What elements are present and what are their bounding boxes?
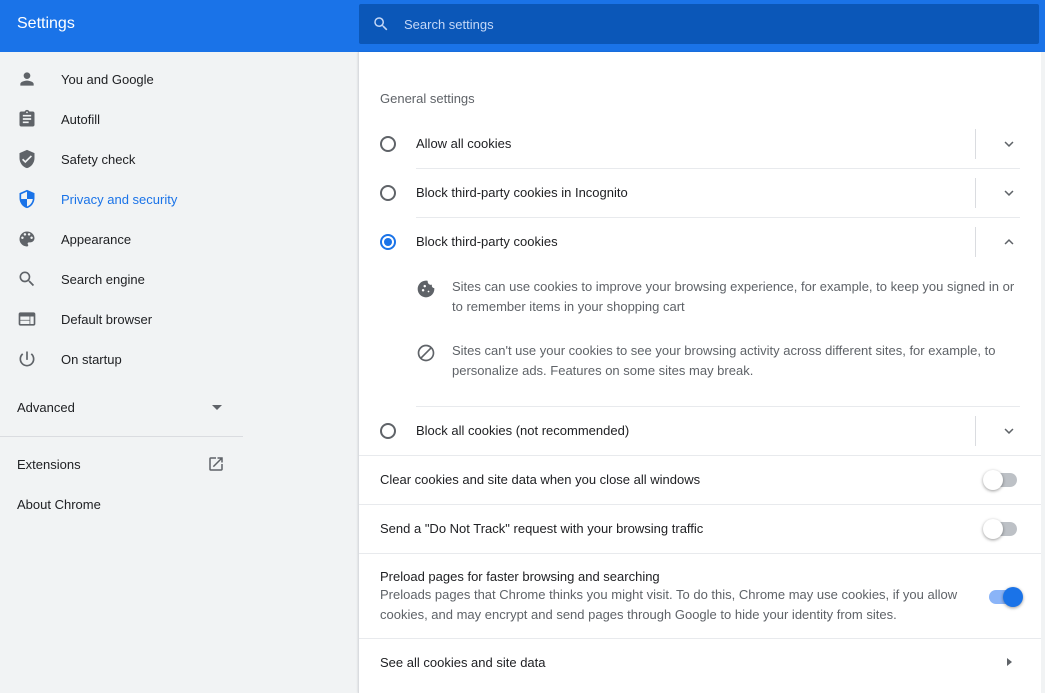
detail-text: Sites can use cookies to improve your br…	[452, 279, 1015, 314]
setting-do-not-track[interactable]: Send a "Do Not Track" request with your …	[359, 504, 1042, 553]
chevron-up-icon[interactable]	[1000, 233, 1018, 251]
setting-sublabel: Preloads pages that Chrome thinks you mi…	[380, 587, 958, 622]
search-icon	[19, 271, 35, 287]
sidebar-item-default-browser[interactable]: Default browser	[0, 299, 243, 339]
detail-text: Sites can't use your cookies to see your…	[452, 343, 996, 378]
radio-button[interactable]	[380, 423, 396, 439]
setting-label: Send a "Do Not Track" request with your …	[380, 521, 704, 536]
clipboard-icon	[19, 109, 35, 127]
settings-card: General settings Allow all cookies Block…	[358, 52, 1042, 693]
about-chrome-label: About Chrome	[17, 497, 101, 512]
shield-check-icon	[19, 149, 35, 169]
app-title: Settings	[17, 15, 75, 32]
search-icon	[374, 17, 388, 31]
toggle-knob	[983, 470, 1003, 490]
sidebar-item-label: Appearance	[61, 231, 132, 247]
toggle-switch[interactable]	[983, 519, 1017, 539]
power-icon	[19, 351, 35, 367]
sidebar-item-label: On startup	[61, 351, 122, 367]
advanced-toggle[interactable]: Advanced	[0, 389, 243, 425]
setting-label: Preload pages for faster browsing and se…	[380, 569, 660, 584]
cookie-icon	[417, 280, 435, 298]
shield-icon	[19, 189, 35, 209]
chevron-down-icon[interactable]	[1000, 135, 1018, 153]
sidebar-item-search-engine[interactable]: Search engine	[0, 259, 243, 299]
sidebar-item-safety-check[interactable]: Safety check	[0, 139, 243, 179]
sidebar-item-label: Search engine	[61, 271, 145, 287]
top-bar: Settings Search settings	[0, 0, 1045, 52]
detail-item-tracking-blocked: Sites can't use your cookies to see your…	[416, 341, 1020, 381]
radio-button[interactable]	[380, 136, 396, 152]
cookie-option-label: Block third-party cookies	[416, 234, 558, 249]
setting-preload-pages[interactable]: Preload pages for faster browsing and se…	[359, 553, 1042, 638]
sidebar-item-on-startup[interactable]: On startup	[0, 339, 243, 379]
sidebar-divider	[0, 436, 243, 437]
toggle-switch-on[interactable]	[989, 587, 1023, 607]
vertical-separator	[975, 178, 976, 208]
vertical-separator	[975, 416, 976, 446]
sidebar-item-label: Safety check	[61, 151, 136, 167]
open-in-new-icon	[209, 457, 223, 471]
vertical-separator	[975, 227, 976, 257]
arrow-right-icon	[1007, 658, 1012, 666]
toggle-knob	[1003, 587, 1023, 607]
sidebar-item-appearance[interactable]: Appearance	[0, 219, 243, 259]
see-all-cookies-link[interactable]: See all cookies and site data	[359, 638, 1042, 687]
sidebar-item-you-and-google[interactable]: You and Google	[0, 59, 243, 99]
sidebar-item-label: Autofill	[61, 111, 101, 127]
setting-label: See all cookies and site data	[380, 655, 546, 670]
toggle-switch[interactable]	[983, 470, 1017, 490]
search-input[interactable]: Search settings	[404, 17, 494, 32]
browser-window-icon	[18, 312, 36, 326]
cookie-option-label: Block all cookies (not recommended)	[416, 423, 630, 438]
search-box[interactable]: Search settings	[359, 4, 1039, 44]
detail-item-cookies-allowed: Sites can use cookies to improve your br…	[416, 277, 1020, 317]
chevron-down-icon[interactable]	[1000, 422, 1018, 440]
chevron-down-icon[interactable]	[1000, 184, 1018, 202]
sidebar-item-label: Privacy and security	[61, 191, 178, 207]
caret-down-icon	[212, 405, 222, 410]
cookie-option-label: Allow all cookies	[416, 136, 512, 151]
toggle-knob	[983, 519, 1003, 539]
palette-icon	[19, 231, 35, 247]
section-title: General settings	[380, 91, 475, 106]
sidebar-item-extensions[interactable]: Extensions	[0, 446, 243, 482]
advanced-label: Advanced	[17, 400, 75, 415]
cookie-option-allow-all[interactable]: Allow all cookies	[359, 119, 1042, 168]
sidebar-item-autofill[interactable]: Autofill	[0, 99, 243, 139]
cookie-option-block-all[interactable]: Block all cookies (not recommended)	[359, 406, 1042, 455]
sidebar: You and Google Autofill Safety check Pri…	[0, 52, 358, 693]
extensions-label: Extensions	[17, 457, 81, 472]
person-icon	[20, 72, 34, 86]
scrollbar[interactable]	[1041, 52, 1045, 693]
sidebar-item-about-chrome[interactable]: About Chrome	[0, 486, 243, 522]
cookie-option-block-third-party-incognito[interactable]: Block third-party cookies in Incognito	[359, 168, 1042, 217]
sidebar-item-label: Default browser	[61, 311, 153, 327]
sidebar-item-label: You and Google	[61, 71, 154, 87]
cookie-option-block-third-party[interactable]: Block third-party cookies	[359, 217, 1042, 266]
radio-button-checked[interactable]	[380, 234, 396, 250]
vertical-separator	[975, 129, 976, 159]
setting-label: Clear cookies and site data when you clo…	[380, 472, 701, 487]
sidebar-item-privacy-and-security[interactable]: Privacy and security	[0, 179, 243, 219]
cookie-option-label: Block third-party cookies in Incognito	[416, 185, 628, 200]
setting-clear-cookies-on-close[interactable]: Clear cookies and site data when you clo…	[359, 455, 1042, 504]
radio-button[interactable]	[380, 185, 396, 201]
block-icon	[417, 344, 435, 362]
